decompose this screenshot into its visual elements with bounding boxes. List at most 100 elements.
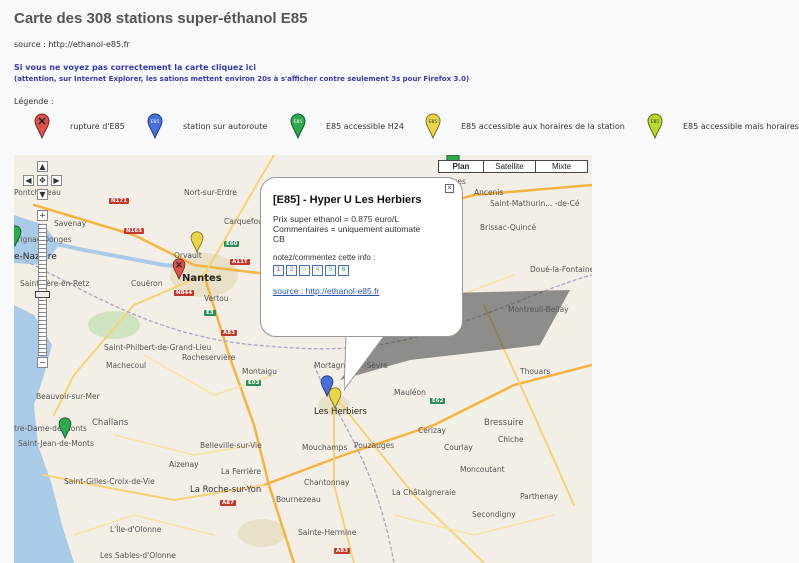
station-comment: Commentaires = uniquement automate xyxy=(273,224,421,234)
place-label: Machecoul xyxy=(106,361,147,370)
road-shield: E60 xyxy=(224,241,240,247)
place-label: Sainte-Hermine xyxy=(298,528,357,537)
svg-text:E85: E85 xyxy=(429,119,438,125)
rating-boxes: 1 2 3 4 5 6 xyxy=(273,265,450,276)
place-label: Vertou xyxy=(204,294,229,303)
svg-text:E85: E85 xyxy=(151,119,160,125)
station-comment-cont: CB xyxy=(273,234,285,244)
rating-box[interactable]: 2 xyxy=(286,265,297,276)
map-type-mixte-button[interactable]: Mixte xyxy=(536,160,588,173)
place-label: Nort-sur-Erdre xyxy=(184,188,237,197)
legend-label: E85 accessible H24 xyxy=(326,122,404,131)
red-station-marker[interactable] xyxy=(172,258,186,280)
station-title: [E85] - Hyper U Les Herbiers xyxy=(273,194,422,206)
lime-marker-icon: E85 xyxy=(647,113,663,139)
place-label: Belleville-sur-Vie xyxy=(200,441,262,450)
place-label: Aizenay xyxy=(169,460,199,469)
yellow-station-marker[interactable] xyxy=(190,231,204,253)
zoom-out-button[interactable]: − xyxy=(37,357,48,368)
place-label: Chiche xyxy=(498,435,524,444)
rating-box[interactable]: 4 xyxy=(312,265,323,276)
station-price: Prix super ethanol = 0.875 euro/L xyxy=(273,214,399,224)
fallback-map-link[interactable]: Si vous ne voyez pas correctement la car… xyxy=(14,63,256,72)
place-label: Carquefou xyxy=(224,217,263,226)
place-label: Thouars xyxy=(520,367,551,376)
green-station-marker[interactable] xyxy=(58,417,72,439)
place-label: Saint-Philbert-de-Grand-Lieu xyxy=(104,343,212,352)
place-label: Pouzauges xyxy=(354,441,395,450)
legend: rupture d'E85 E85 station sur autoroute … xyxy=(34,113,799,143)
source-link[interactable]: source : http://ethanol-e85.fr xyxy=(273,286,450,296)
place-label: Saint-Gilles-Croix-de-Vie xyxy=(64,477,155,486)
road-shield: N165 xyxy=(124,228,145,234)
road-shield: N844 xyxy=(174,290,195,296)
legend-title: Légende : xyxy=(14,97,54,106)
yellow-marker-icon: E85 xyxy=(425,113,441,139)
place-label: Bressuire xyxy=(484,418,524,428)
place-label: L'Île-d'Olonne xyxy=(110,525,162,534)
info-bubble-tail xyxy=(344,336,385,391)
map-type-selector: Plan Satellite Mixte xyxy=(438,160,588,173)
road-shield: A83 xyxy=(221,330,237,336)
rating-box[interactable]: 3 xyxy=(299,265,310,276)
road-shield: E62 xyxy=(430,398,446,404)
zoom-in-button[interactable]: + xyxy=(37,210,48,221)
browser-warning-note: (attention, sur Internet Explorer, les s… xyxy=(14,75,470,83)
pan-down-icon[interactable]: ▼ xyxy=(37,189,48,200)
place-label: Mouchamps xyxy=(302,443,348,452)
road-shield: A87 xyxy=(220,500,236,506)
road-shield: N171 xyxy=(109,198,130,204)
pan-center-icon[interactable]: ✥ xyxy=(37,175,48,186)
pan-up-icon[interactable]: ▲ xyxy=(37,161,48,172)
place-label: Couëron xyxy=(131,279,163,288)
place-label: La Roche-sur-Yon xyxy=(190,485,262,495)
green-marker-icon: E85 xyxy=(290,113,306,139)
pan-right-icon[interactable]: ▶ xyxy=(51,175,62,186)
rating-box[interactable]: 6 xyxy=(338,265,349,276)
place-label: Saint-Jean-de-Monts xyxy=(18,439,94,448)
map-type-plan-button[interactable]: Plan xyxy=(438,160,484,173)
place-label: Cerizay xyxy=(418,426,446,435)
map-navigation-control: ▲ ◀ ✥ ▶ ▼ + − xyxy=(18,160,62,370)
svg-text:E85: E85 xyxy=(294,119,303,125)
zoom-slider[interactable] xyxy=(38,224,47,356)
place-label: Parthenay xyxy=(520,492,558,501)
pan-left-icon[interactable]: ◀ xyxy=(23,175,34,186)
place-label: Doué-la-Fontaine xyxy=(530,265,592,274)
place-label: Brissac-Quincé xyxy=(480,223,537,232)
place-label: Challans xyxy=(92,418,129,428)
map-type-satellite-button[interactable]: Satellite xyxy=(484,160,536,173)
legend-label: rupture d'E85 xyxy=(70,122,125,131)
road-shield: A83 xyxy=(334,548,350,554)
place-label: Montaigu xyxy=(242,367,277,376)
place-label: Rocheservière xyxy=(182,353,236,362)
place-label: Les Sables-d'Olonne xyxy=(100,551,176,560)
source-text: source : http://ethanol-e85.fr xyxy=(14,40,130,49)
zoom-slider-handle[interactable] xyxy=(35,291,50,298)
yellow-station-marker-selected[interactable] xyxy=(328,387,342,409)
place-label: Ancenis xyxy=(474,188,504,197)
legend-label: E85 accessible aux horaires de la statio… xyxy=(461,122,625,131)
info-bubble: × [E85] - Hyper U Les Herbiers Prix supe… xyxy=(260,177,463,337)
close-icon[interactable]: × xyxy=(445,184,454,193)
svg-text:E85: E85 xyxy=(651,119,660,125)
place-label: La Châtaigneraie xyxy=(392,488,456,497)
place-label: Moncoutant xyxy=(460,465,505,474)
blue-marker-icon: E85 xyxy=(147,113,163,139)
rating-box[interactable]: 1 xyxy=(273,265,284,276)
place-label: tre-Dame-de-Monts xyxy=(14,424,87,433)
place-label-nantes: Nantes xyxy=(182,273,222,284)
legend-label: station sur autoroute xyxy=(183,122,268,131)
place-label: Courlay xyxy=(444,443,473,452)
rating-box[interactable]: 5 xyxy=(325,265,336,276)
rating-label: notez/commentez cette info : xyxy=(273,253,376,262)
map-viewport[interactable]: Pontchâteau Trignac Donges Savenay e-Naz… xyxy=(14,155,592,563)
place-label: Chantonnay xyxy=(304,478,350,487)
place-label: Mauléon xyxy=(394,388,426,397)
place-label: La Ferrière xyxy=(221,467,261,476)
legend-label: E85 accessible mais horaires xyxy=(683,122,799,131)
road-shield: E03 xyxy=(246,380,262,386)
place-label: Montreuil-Bellay xyxy=(508,305,569,314)
place-label: Bournezeau xyxy=(276,495,321,504)
place-label: Secondigny xyxy=(472,510,516,519)
